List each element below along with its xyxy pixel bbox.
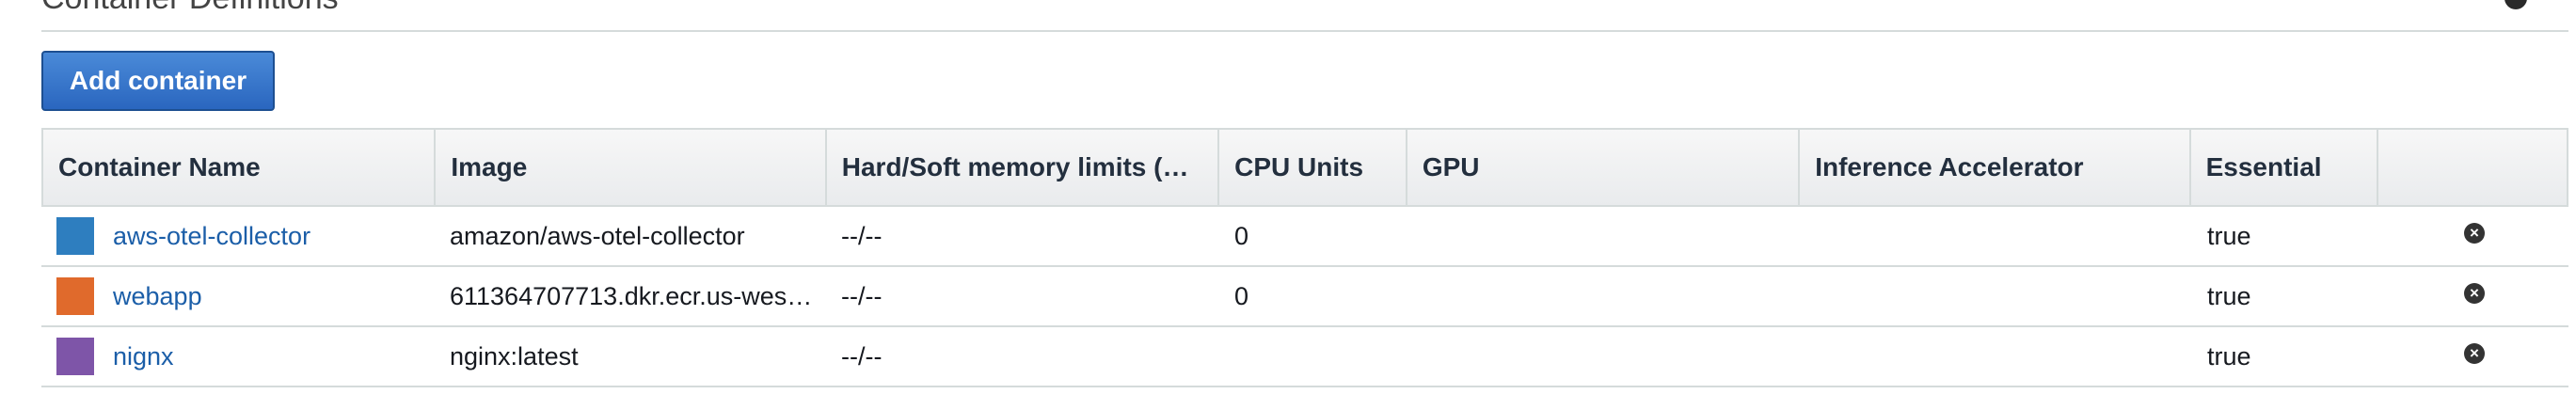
remove-cell: × bbox=[2380, 327, 2568, 386]
container-definitions-table: Container Name Image Hard/Soft memory li… bbox=[41, 128, 2568, 387]
cpu-cell bbox=[1219, 327, 1407, 386]
container-name-cell: webapp bbox=[41, 267, 435, 325]
info-icon[interactable] bbox=[2504, 0, 2527, 9]
gpu-cell bbox=[1407, 327, 1801, 386]
container-color-swatch bbox=[56, 217, 94, 255]
memory-cell: --/-- bbox=[841, 221, 883, 250]
container-color-swatch bbox=[56, 338, 94, 375]
essential-cell: true bbox=[2207, 341, 2251, 371]
accelerator-cell bbox=[1801, 267, 2192, 325]
column-header-actions bbox=[2378, 130, 2567, 205]
column-header-inference-accelerator[interactable]: Inference Accelerator bbox=[1800, 130, 2191, 205]
column-header-image[interactable]: Image bbox=[436, 130, 827, 205]
image-cell: amazon/aws-otel-collector bbox=[450, 221, 745, 250]
table-header: Container Name Image Hard/Soft memory li… bbox=[41, 128, 2568, 207]
container-name-cell: aws-otel-collector bbox=[41, 207, 435, 265]
gpu-cell bbox=[1407, 267, 1801, 325]
container-name-link[interactable]: webapp bbox=[113, 282, 215, 311]
add-container-button[interactable]: Add container bbox=[41, 51, 275, 111]
section-title: Container Definitions bbox=[41, 0, 339, 17]
table-row: webapp 611364707713.dkr.ecr.us-west-2.am… bbox=[41, 267, 2568, 327]
container-name-link[interactable]: nignx bbox=[113, 342, 187, 371]
essential-cell: true bbox=[2207, 221, 2251, 250]
gpu-cell bbox=[1407, 207, 1801, 265]
remove-container-icon[interactable]: × bbox=[2464, 283, 2485, 304]
memory-cell: --/-- bbox=[841, 341, 883, 371]
remove-cell: × bbox=[2380, 267, 2568, 325]
remove-container-icon[interactable]: × bbox=[2464, 223, 2485, 244]
essential-cell: true bbox=[2207, 281, 2251, 310]
cpu-cell: 0 bbox=[1234, 281, 1249, 310]
table-row: aws-otel-collector amazon/aws-otel-colle… bbox=[41, 207, 2568, 267]
remove-cell: × bbox=[2380, 207, 2568, 265]
container-name-link[interactable]: aws-otel-collector bbox=[113, 222, 324, 251]
column-header-essential[interactable]: Essential bbox=[2191, 130, 2379, 205]
container-name-cell: nignx bbox=[41, 327, 435, 386]
container-color-swatch bbox=[56, 277, 94, 315]
divider bbox=[41, 30, 2568, 32]
accelerator-cell bbox=[1801, 207, 2192, 265]
accelerator-cell bbox=[1801, 327, 2192, 386]
image-cell: 611364707713.dkr.ecr.us-west-2.amazonaws… bbox=[450, 281, 826, 310]
table-row: nignx nginx:latest --/-- true × bbox=[41, 327, 2568, 387]
column-header-gpu[interactable]: GPU bbox=[1407, 130, 1801, 205]
remove-container-icon[interactable]: × bbox=[2464, 343, 2485, 364]
column-header-container-name[interactable]: Container Name bbox=[43, 130, 437, 205]
column-header-cpu-units[interactable]: CPU Units bbox=[1219, 130, 1407, 205]
column-header-memory-limits[interactable]: Hard/Soft memory limits (MiB) bbox=[827, 130, 1220, 205]
cpu-cell: 0 bbox=[1234, 221, 1249, 250]
memory-cell: --/-- bbox=[841, 281, 883, 310]
image-cell: nginx:latest bbox=[450, 341, 579, 371]
